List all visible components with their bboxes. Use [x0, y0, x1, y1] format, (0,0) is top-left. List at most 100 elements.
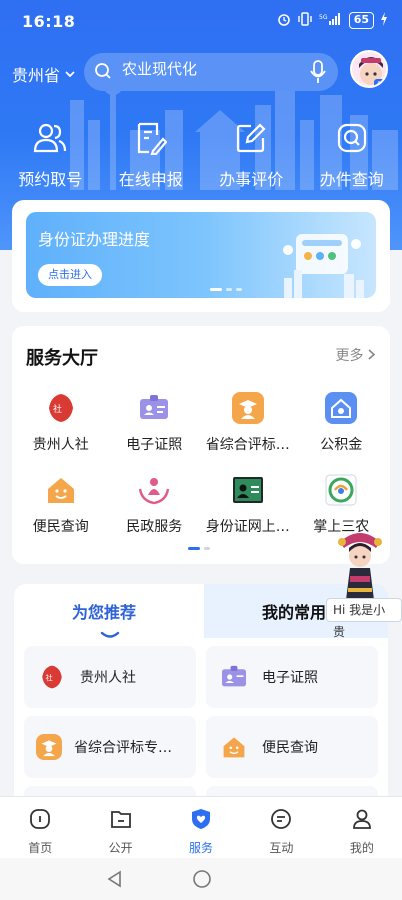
service-item[interactable]: 社 贵州人社 — [14, 392, 108, 454]
agriculture-icon — [325, 474, 357, 506]
quick-action-label: 预约取号 — [18, 170, 83, 189]
signal-icon: 5G — [319, 12, 343, 29]
recommend-label: 便民查询 — [262, 740, 318, 756]
service-label: 民政服务 — [126, 519, 183, 535]
tab-frequent[interactable]: 我的常用 — [262, 599, 326, 623]
svg-text:社: 社 — [53, 403, 62, 415]
nav-label: 首页 — [28, 841, 53, 855]
quick-action-label: 在线申报 — [118, 170, 183, 189]
status-time: 16:18 — [22, 12, 76, 31]
quick-action-evaluation[interactable]: 办事评价 — [201, 120, 302, 190]
more-label: 更多 — [335, 348, 364, 364]
guizhou-hrss-icon: 社 — [36, 661, 68, 693]
person-icon — [350, 807, 374, 835]
tab-recommend-label: 为您推荐 — [72, 603, 137, 622]
service-item[interactable]: 便民查询 — [14, 474, 108, 536]
recommend-list: 社 贵州人社 电子证照 省综合评标专… 便民查询 — [14, 638, 388, 808]
status-bar: 16:18 5G 65 — [0, 0, 402, 42]
quick-action-online-apply[interactable]: 在线申报 — [101, 120, 202, 190]
service-item[interactable]: 身份证网上… — [201, 474, 295, 536]
assistant-mascot[interactable] — [332, 528, 388, 608]
battery-indicator: 65 — [348, 12, 374, 29]
nav-label: 我的 — [349, 841, 374, 855]
nav-label: 服务 — [189, 841, 214, 855]
top-bar: 贵州省 农业现代化 AI — [0, 48, 402, 94]
banner-pagination — [210, 288, 242, 291]
home-icon — [28, 807, 52, 835]
search-square-icon — [336, 120, 368, 156]
recommend-item[interactable]: 电子证照 — [206, 646, 378, 708]
chat-icon — [269, 807, 293, 835]
service-grid: 社 贵州人社 电子证照 省综合评标… 公积金 便民查询 民政服务 身份证网上… … — [14, 392, 388, 536]
tab-active-indicator — [100, 624, 120, 638]
recommend-item[interactable]: 省综合评标专… — [24, 716, 196, 778]
alarm-icon — [277, 12, 291, 29]
civil-affairs-icon — [138, 474, 170, 506]
quick-actions: 预约取号 在线申报 办事评价 办件查询 — [0, 120, 402, 190]
tab-recommend[interactable]: 为您推荐 — [14, 584, 204, 638]
service-label: 便民查询 — [32, 519, 89, 535]
pagination-dot — [236, 288, 242, 291]
nav-mine[interactable]: 我的 — [322, 797, 402, 858]
pagination-dot — [188, 547, 200, 550]
expert-icon — [36, 734, 62, 760]
id-card-icon — [218, 661, 250, 693]
recommend-label: 省综合评标专… — [74, 740, 172, 756]
people-icon — [32, 120, 68, 156]
service-heart-icon — [189, 807, 213, 835]
service-item[interactable]: 电子证照 — [108, 392, 202, 454]
vibrate-icon — [297, 12, 313, 29]
search-suggestion: 农业现代化 — [122, 60, 198, 78]
province-selector[interactable]: 贵州省 — [12, 62, 76, 86]
nav-service[interactable]: 服务 — [161, 797, 241, 858]
nav-interaction[interactable]: 互动 — [241, 797, 321, 858]
section-title: 服务大厅 — [26, 348, 98, 369]
charging-icon — [380, 12, 388, 29]
recommend-item[interactable]: 便民查询 — [206, 716, 378, 778]
id-card-icon — [138, 392, 170, 424]
service-item[interactable]: 掌上三农 — [295, 474, 389, 536]
guizhou-hrss-icon: 社 — [45, 392, 77, 424]
id-progress-banner[interactable]: 身份证办理进度 点击进入 — [26, 212, 376, 298]
house-fund-icon — [325, 392, 358, 424]
quick-action-label: 办事评价 — [219, 170, 284, 189]
province-label: 贵州省 — [12, 66, 61, 85]
chevron-down-icon — [64, 65, 76, 84]
pagination-dot — [210, 288, 222, 291]
ai-assistant-avatar[interactable]: AI — [350, 50, 388, 88]
pencil-square-icon — [235, 120, 267, 156]
ai-badge: AI — [377, 80, 384, 88]
recommend-label: 贵州人社 — [80, 670, 136, 686]
recommend-label: 电子证照 — [262, 670, 318, 686]
service-label: 电子证照 — [126, 437, 183, 453]
pagination-dot — [226, 288, 232, 291]
folder-icon — [109, 807, 133, 835]
quick-action-appointment[interactable]: 预约取号 — [0, 120, 101, 190]
nav-label: 公开 — [108, 841, 133, 855]
service-item[interactable]: 民政服务 — [108, 474, 202, 536]
banner-enter-button[interactable]: 点击进入 — [38, 264, 102, 286]
pagination-dot — [204, 547, 210, 550]
banner-title: 身份证办理进度 — [38, 230, 151, 249]
chevron-right-icon — [368, 348, 376, 364]
quick-action-query[interactable]: 办件查询 — [302, 120, 402, 190]
nav-home[interactable]: 首页 — [0, 797, 80, 858]
smile-house-icon — [45, 474, 77, 506]
service-item[interactable]: 公积金 — [295, 392, 389, 454]
svg-text:5G: 5G — [319, 14, 328, 21]
assistant-greeting-bubble[interactable]: Hi 我是小贵 — [326, 598, 402, 639]
nav-public[interactable]: 公开 — [80, 797, 160, 858]
bottom-nav: 首页 公开 服务 互动 我的 — [0, 796, 402, 858]
recommend-item[interactable]: 社 贵州人社 — [24, 646, 196, 708]
smile-house-icon — [218, 731, 250, 763]
service-pagination — [188, 547, 210, 550]
service-label: 省综合评标… — [205, 437, 290, 453]
more-link[interactable]: 更多 — [336, 345, 376, 365]
back-icon[interactable] — [106, 870, 124, 892]
search-input[interactable]: 农业现代化 — [84, 53, 338, 91]
home-button-icon[interactable] — [192, 869, 212, 893]
edit-document-icon — [135, 120, 167, 156]
service-item[interactable]: 省综合评标… — [201, 392, 295, 454]
system-navigation-bar — [0, 858, 402, 900]
microphone-icon[interactable] — [310, 60, 326, 88]
